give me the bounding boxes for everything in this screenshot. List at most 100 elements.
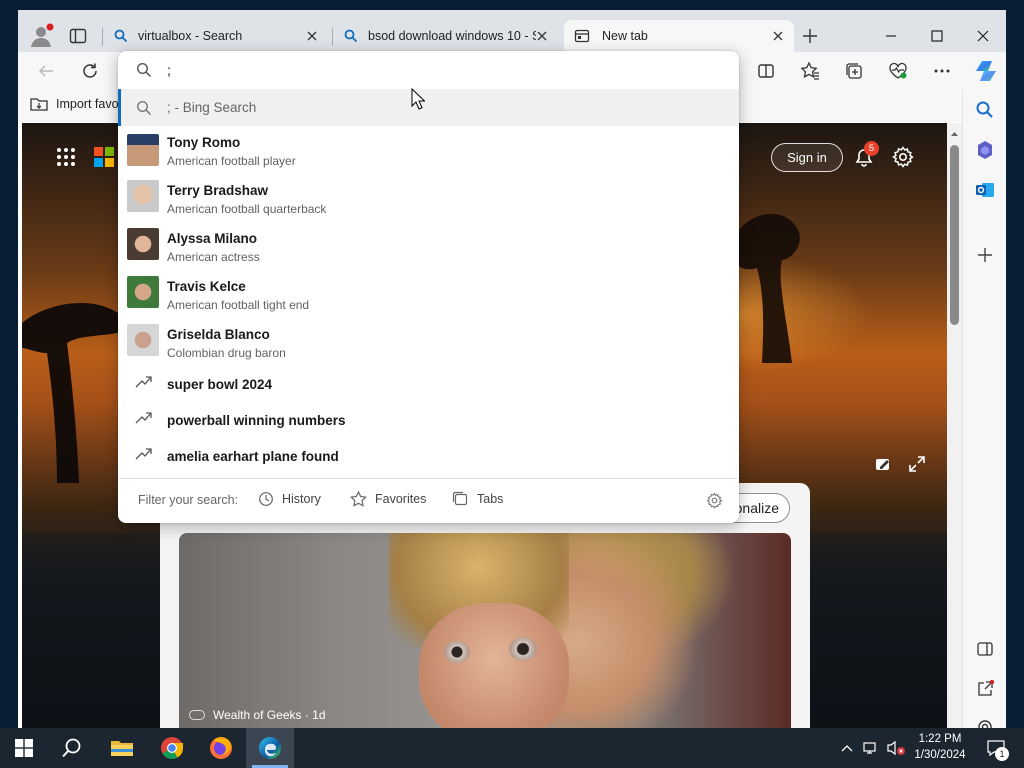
entity-description: Colombian drug baron [167, 346, 286, 360]
favorites-star-icon[interactable] [798, 59, 822, 83]
address-suggestions-dropdown: ; ; - Bing Search Tony Romo American foo… [118, 51, 739, 523]
more-menu-icon[interactable] [930, 59, 954, 83]
feed-source: Wealth of Geeks · 1d [189, 708, 326, 722]
search-icon [136, 62, 152, 78]
entity-name: Alyssa Milano [167, 231, 258, 246]
shopping-icon[interactable] [975, 140, 995, 160]
entity-suggestion[interactable]: Travis Kelce American football tight end [118, 270, 739, 318]
trending-label: super bowl 2024 [167, 377, 273, 392]
vertical-tabs-icon[interactable] [68, 26, 88, 46]
entity-thumbnail [127, 324, 159, 356]
feed-article-image[interactable]: Wealth of Geeks · 1d [179, 533, 791, 728]
entity-name: Travis Kelce [167, 279, 246, 294]
import-favorites-label: Import favo [56, 97, 119, 111]
action-center-button[interactable]: 1 [978, 728, 1014, 768]
external-link-icon[interactable] [976, 680, 994, 698]
scrollbar-thumb[interactable] [950, 145, 959, 325]
tab-new-tab[interactable]: New tab [564, 20, 794, 52]
filter-history-button[interactable]: History [258, 491, 321, 507]
entity-suggestion[interactable]: Alyssa Milano American actress [118, 222, 739, 270]
entity-description: American football tight end [167, 298, 310, 312]
clock-date: 1/30/2024 [914, 749, 966, 761]
close-window-button[interactable] [960, 20, 1006, 52]
entity-description: American football player [167, 154, 296, 168]
trending-arrow-icon [135, 411, 153, 425]
sign-in-button[interactable]: Sign in [771, 143, 843, 172]
entity-description: American football quarterback [167, 202, 327, 216]
tab-virtualbox-search[interactable]: virtualbox - Search [106, 20, 328, 52]
chrome-icon[interactable] [148, 728, 196, 768]
taskbar-search-icon[interactable] [48, 728, 96, 768]
source-logo-icon [189, 710, 205, 720]
import-folder-icon [30, 96, 48, 112]
copilot-icon[interactable] [972, 57, 1000, 85]
settings-gear-icon[interactable] [891, 145, 915, 169]
feed-source-label: Wealth of Geeks · 1d [213, 708, 326, 722]
volume-muted-icon[interactable] [884, 728, 908, 768]
desktop-background-right [1006, 0, 1024, 728]
firefox-icon[interactable] [197, 728, 245, 768]
tabs-icon [452, 491, 468, 507]
trending-label: powerball winning numbers [167, 413, 346, 428]
sidebar-settings-icon[interactable] [976, 718, 994, 728]
filter-tabs-button[interactable]: Tabs [452, 491, 503, 507]
add-sidebar-app-icon[interactable] [977, 247, 993, 263]
minimize-button[interactable] [868, 20, 914, 52]
bing-suggestion-label: ; - Bing Search [167, 100, 257, 115]
filter-tabs-label: Tabs [477, 492, 504, 506]
split-screen-icon[interactable] [754, 59, 778, 83]
file-explorer-icon[interactable] [98, 728, 146, 768]
maximize-button[interactable] [914, 20, 960, 52]
trending-suggestion[interactable]: super bowl 2024 [118, 366, 739, 402]
trending-suggestion[interactable]: powerball winning numbers [118, 402, 739, 438]
refresh-icon[interactable] [78, 59, 102, 83]
entity-suggestion[interactable]: Griselda Blanco Colombian drug baron [118, 318, 739, 366]
network-icon[interactable] [860, 728, 884, 768]
app-launcher-icon[interactable] [56, 147, 76, 167]
face-shape [419, 603, 569, 728]
tab-separator [102, 28, 103, 46]
taskbar: 1:22 PM 1/30/2024 1 [0, 728, 1024, 768]
history-clock-icon [258, 491, 274, 507]
notification-badge: 5 [864, 141, 879, 156]
address-bar[interactable]: ; [118, 51, 739, 89]
clock-time: 1:22 PM [918, 733, 962, 745]
show-hidden-icons-chevron[interactable] [836, 728, 858, 768]
close-icon[interactable] [534, 28, 550, 44]
profile-avatar-icon[interactable] [28, 22, 56, 50]
entity-suggestion[interactable]: Tony Romo American football player [118, 126, 739, 174]
suggestion-settings-icon[interactable] [706, 492, 723, 509]
trending-suggestion[interactable]: amelia earhart plane found [118, 438, 739, 474]
tab-label: New tab [602, 29, 648, 43]
edge-taskbar-icon[interactable] [246, 728, 294, 768]
bing-search-suggestion[interactable]: ; - Bing Search [118, 89, 739, 126]
collections-icon[interactable] [842, 59, 866, 83]
edit-background-icon[interactable] [874, 455, 892, 473]
filter-history-label: History [282, 492, 321, 506]
close-icon[interactable] [304, 28, 320, 44]
browser-essentials-icon[interactable] [886, 59, 910, 83]
tab-strip: virtualbox - Search bsod download window… [18, 10, 1006, 52]
eye-right [509, 637, 537, 661]
outlook-icon[interactable] [975, 180, 995, 200]
back-arrow-icon[interactable] [34, 59, 58, 83]
filter-label: Filter your search: [138, 493, 239, 507]
hide-sidebar-icon[interactable] [976, 640, 994, 658]
microsoft-logo-icon [94, 147, 114, 167]
desktop-background [0, 0, 1024, 10]
search-icon[interactable] [975, 100, 995, 120]
close-icon[interactable] [770, 28, 786, 44]
import-favorites-button[interactable]: Import favo [30, 96, 119, 112]
trending-label: amelia earhart plane found [167, 449, 339, 464]
tab-bsod-download[interactable]: bsod download windows 10 - S [336, 20, 558, 52]
address-input[interactable]: ; [167, 62, 171, 78]
clock[interactable]: 1:22 PM 1/30/2024 [910, 731, 970, 763]
expand-icon[interactable] [908, 455, 926, 473]
entity-suggestion[interactable]: Terry Bradshaw American football quarter… [118, 174, 739, 222]
filter-favorites-button[interactable]: Favorites [350, 491, 426, 507]
start-button[interactable] [0, 728, 48, 768]
sidebar [962, 90, 1006, 728]
new-tab-plus-icon[interactable] [800, 26, 820, 46]
tree-silhouette-left [22, 303, 132, 483]
tab-separator [332, 28, 333, 46]
